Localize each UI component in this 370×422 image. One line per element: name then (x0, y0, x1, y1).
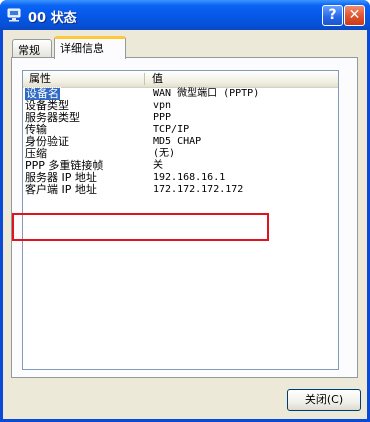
table-row[interactable]: 设备名 WAN 微型端口 (PPTP) (23, 87, 338, 101)
close-icon: ✕ (348, 7, 361, 23)
value-cell: 192.168.16.1 (153, 172, 226, 183)
title-bar[interactable]: 00 状态 ? ✕ (0, 0, 370, 30)
column-header-value-label: 值 (152, 72, 163, 85)
help-button[interactable]: ? (322, 5, 343, 26)
tab-general-label: 常规 (18, 44, 40, 57)
value-cell: TCP/IP (153, 124, 190, 135)
dialog-window: 00 状态 ? ✕ 常规 详细信息 属性 值 设备名 WAN 微型端口 (PPT… (0, 0, 370, 422)
table-row[interactable]: 传输 TCP/IP (23, 124, 338, 136)
dialog-client-area: 常规 详细信息 属性 值 设备名 WAN 微型端口 (PPTP) 设备类型 vp… (3, 30, 367, 419)
column-header-value[interactable]: 值 (146, 71, 336, 87)
column-divider[interactable] (144, 73, 145, 85)
table-row[interactable]: 客户端 IP 地址 172.172.172.172 (23, 184, 338, 196)
table-row[interactable]: 服务器类型 PPP (23, 112, 338, 124)
network-connection-icon (7, 8, 21, 22)
tab-details-label: 详细信息 (60, 42, 104, 55)
title-close-button[interactable]: ✕ (344, 5, 365, 26)
annotation-highlight-box (12, 213, 269, 241)
property-cell: 客户端 IP 地址 (25, 183, 97, 196)
value-cell: vpn (153, 100, 172, 111)
table-row[interactable]: 身份验证 MD5 CHAP (23, 136, 338, 148)
value-cell: 关 (153, 160, 163, 171)
value-cell: 172.172.172.172 (153, 184, 244, 195)
value-cell: MD5 CHAP (153, 136, 202, 147)
value-cell: WAN 微型端口 (PPTP) (153, 88, 260, 99)
column-header-property[interactable]: 属性 (23, 71, 141, 87)
help-icon: ? (328, 7, 337, 23)
tab-details[interactable]: 详细信息 (54, 36, 126, 59)
tab-general[interactable]: 常规 (12, 39, 52, 58)
window-title: 00 状态 (28, 11, 77, 26)
close-button[interactable]: 关闭(C) (287, 389, 361, 411)
value-cell: (无) (153, 148, 176, 159)
close-button-label: 关闭(C) (304, 393, 344, 406)
value-cell: PPP (153, 112, 172, 123)
column-header-property-label: 属性 (29, 72, 51, 85)
list-header: 属性 值 (23, 71, 338, 88)
